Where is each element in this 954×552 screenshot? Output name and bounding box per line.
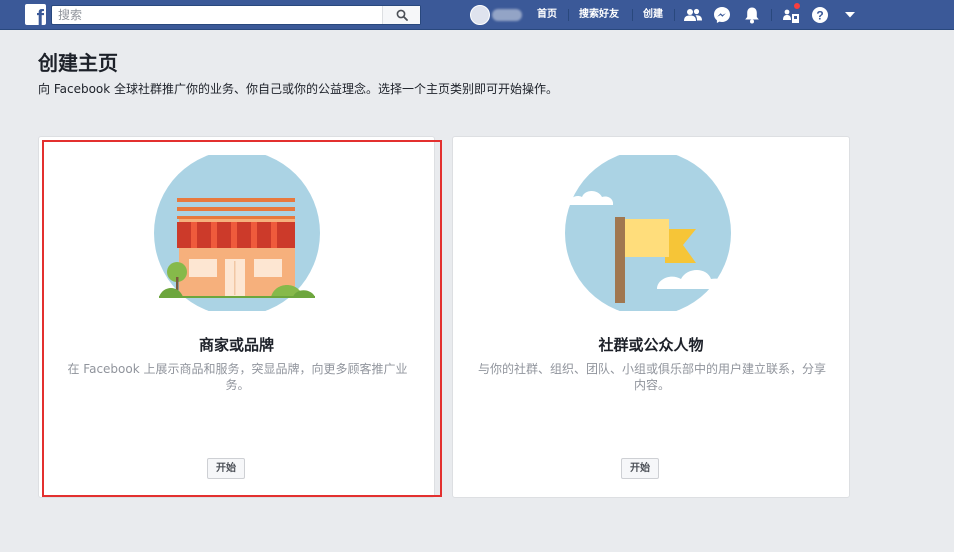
- nav-home-link[interactable]: 首页: [537, 0, 557, 30]
- business-brand-title: 商家或品牌: [198, 336, 274, 354]
- business-start-button[interactable]: 开始: [207, 458, 245, 479]
- caret-down-icon: [845, 12, 855, 18]
- facebook-logo[interactable]: f: [25, 4, 46, 25]
- quick-help-button[interactable]: [781, 2, 801, 25]
- profile-name-blurred: [492, 9, 522, 21]
- avatar: [470, 5, 490, 25]
- community-public-figure-title: 社群或公众人物: [598, 336, 704, 354]
- page-description: 向 Facebook 全球社群推广你的业务、你自己或你的公益理念。选择一个主页类…: [38, 82, 559, 96]
- help-icon: ?: [812, 7, 828, 23]
- nav-divider: [632, 9, 633, 21]
- help-button[interactable]: ?: [810, 5, 830, 25]
- friends-icon: [684, 8, 702, 21]
- search-icon: [396, 9, 408, 21]
- business-brand-card[interactable]: 商家或品牌 在 Facebook 上展示商品和服务，突显品牌，向更多顾客推广业务…: [38, 136, 435, 498]
- friend-requests-button[interactable]: [683, 5, 703, 25]
- page-title: 创建主页: [38, 51, 118, 75]
- nav-divider: [771, 9, 772, 21]
- nav-divider: [674, 9, 675, 21]
- notification-dot: [793, 2, 801, 10]
- profile-link[interactable]: [470, 5, 522, 25]
- logo-letter: f: [36, 5, 44, 26]
- community-start-button[interactable]: 开始: [621, 458, 659, 479]
- search-button[interactable]: [382, 6, 420, 24]
- account-menu-button[interactable]: [840, 5, 860, 25]
- nav-divider: [568, 9, 569, 21]
- notifications-button[interactable]: [742, 5, 762, 25]
- community-public-figure-card[interactable]: 社群或公众人物 与你的社群、组织、团队、小组或俱乐部中的用户建立联系，分享内容。…: [452, 136, 850, 498]
- messenger-icon: [714, 7, 730, 23]
- flag-illustration: [565, 155, 731, 311]
- nav-create-link[interactable]: 创建: [643, 0, 663, 30]
- search-input[interactable]: [52, 6, 382, 24]
- search-box: [51, 5, 421, 25]
- top-navigation-bar: f 首页 搜索好友 创建: [0, 0, 954, 30]
- storefront-illustration: [154, 155, 320, 311]
- nav-find-friends-link[interactable]: 搜索好友: [579, 0, 619, 30]
- messenger-button[interactable]: [712, 5, 732, 25]
- svg-text:?: ?: [816, 9, 823, 23]
- bell-icon: [745, 7, 759, 24]
- business-brand-description: 在 Facebook 上展示商品和服务，突显品牌，向更多顾客推广业务。: [67, 362, 408, 392]
- community-public-figure-description: 与你的社群、组织、团队、小组或俱乐部中的用户建立联系，分享内容。: [477, 362, 826, 392]
